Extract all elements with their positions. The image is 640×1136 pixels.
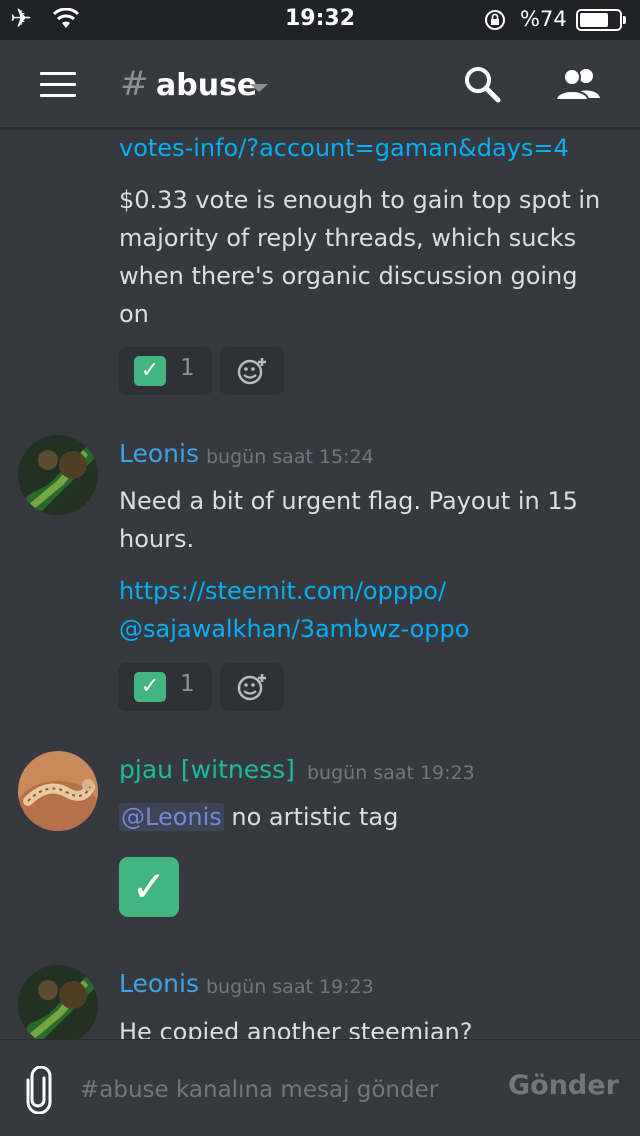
send-button[interactable]: Gönder — [508, 1070, 619, 1101]
check-mark-icon: ✓ — [134, 672, 166, 702]
add-reaction-icon — [237, 674, 266, 701]
search-icon[interactable] — [462, 64, 502, 104]
message-link[interactable]: @sajawalkhan/3ambwz-oppo — [119, 610, 619, 648]
hamburger-icon[interactable] — [40, 72, 76, 98]
message-text: no artistic tag — [223, 803, 399, 831]
message-list[interactable]: votes-info/?account=gaman&days=4 $0.33 v… — [0, 129, 640, 1039]
avatar[interactable] — [18, 965, 98, 1039]
add-reaction-button[interactable] — [220, 347, 284, 395]
members-icon[interactable] — [554, 64, 602, 104]
timestamp: bugün saat 15:24 — [206, 446, 374, 468]
channel-name[interactable]: abuse — [156, 68, 257, 103]
message-text-line: Need a bit of urgent flag. Payout in 15 — [119, 487, 578, 515]
message-link[interactable]: votes-info/?account=gaman&days=4 — [119, 129, 619, 167]
channel-hash: # — [120, 64, 149, 104]
add-reaction-button[interactable] — [220, 663, 284, 711]
reaction-count: 1 — [180, 671, 195, 697]
check-mark-icon: ✓ — [119, 857, 179, 917]
message-link[interactable]: https://steemit.com/opppo/ — [119, 572, 619, 610]
rotation-lock-icon — [485, 10, 505, 30]
battery-percent: %74 — [520, 7, 567, 31]
paperclip-icon[interactable] — [22, 1066, 56, 1114]
battery-icon — [576, 9, 626, 31]
message-text-line: majority of reply threads, which sucks — [119, 224, 577, 252]
username[interactable]: pjau [witness] — [119, 755, 295, 784]
user-mention[interactable]: @Leonis — [119, 803, 224, 831]
message-text-line: $0.33 vote is enough to gain top spot in — [119, 186, 601, 214]
message-text: He copied another steemian? — [119, 1018, 473, 1039]
timestamp: bugün saat 19:23 — [206, 976, 374, 998]
reaction-count: 1 — [180, 355, 195, 381]
reaction-check[interactable]: ✓ 1 — [118, 347, 212, 395]
avatar[interactable] — [18, 435, 98, 515]
message-text-line: on — [119, 300, 149, 328]
status-bar: ✈ 19:32 %74 — [0, 0, 640, 40]
chevron-down-icon[interactable] — [250, 84, 268, 92]
message-body: @Leonis no artistic tag — [119, 798, 619, 836]
timestamp: bugün saat 19:23 — [307, 762, 475, 784]
message-text-line: when there's organic discussion going — [119, 262, 578, 290]
message-composer: Gönder — [0, 1039, 640, 1136]
username[interactable]: Leonis — [119, 439, 199, 468]
reaction-check[interactable]: ✓ 1 — [118, 663, 212, 711]
channel-header: # abuse — [0, 40, 640, 128]
check-mark-icon: ✓ — [134, 356, 166, 386]
message-text-line: hours. — [119, 525, 195, 553]
message-input[interactable] — [80, 1070, 490, 1110]
add-reaction-icon — [237, 358, 266, 385]
username[interactable]: Leonis — [119, 969, 199, 998]
avatar[interactable] — [18, 751, 98, 831]
